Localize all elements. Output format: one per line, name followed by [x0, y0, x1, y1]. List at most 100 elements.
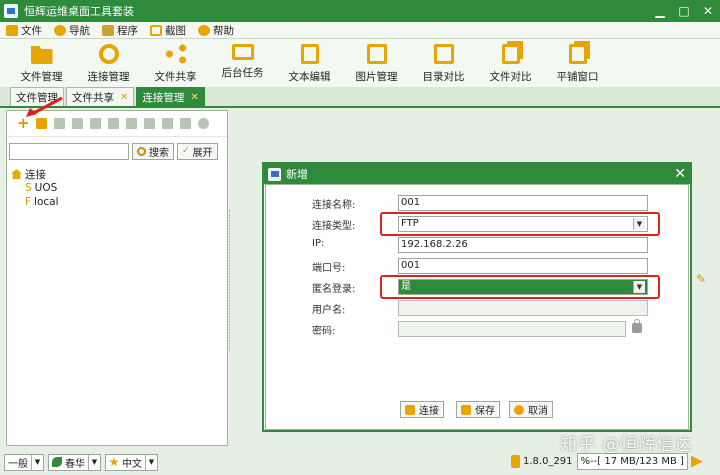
level-select[interactable]: 一般 ▼: [4, 453, 44, 471]
tab-connection-manager[interactable]: 连接管理 ✕: [136, 87, 205, 106]
monitor-icon: [231, 44, 254, 60]
dialog-title-bar: 新增 ✕: [264, 164, 690, 184]
chevron-down-icon[interactable]: ▼: [31, 454, 43, 470]
save-icon: [461, 404, 471, 415]
theme-select[interactable]: 春华 ▼: [48, 453, 101, 471]
tab-close-icon[interactable]: ✕: [120, 92, 128, 103]
leaf-icon: [52, 457, 62, 467]
menu-item-help[interactable]: 帮助: [198, 23, 234, 38]
dialog-close-button[interactable]: ✕: [674, 164, 686, 184]
title-bar: 恒辉运维桌面工具套装 ▁ □ ✕: [0, 0, 720, 22]
ftp-icon: F: [25, 196, 32, 208]
connection-name-input[interactable]: 001: [398, 195, 648, 211]
tile-windows-icon: [568, 44, 587, 64]
connection-tree-panel: + 搜索 ✓ 展开 连接 S UOS Flocal: [6, 110, 228, 446]
watermark: 知乎 @恒辉信达: [560, 435, 693, 455]
export-all-icon[interactable]: [180, 118, 191, 129]
app-icon: [102, 24, 114, 36]
delete-icon[interactable]: [90, 118, 101, 129]
tab-bar: 文件管理 文件共享 ✕ 连接管理 ✕: [0, 87, 720, 108]
highlight-box: [380, 212, 660, 236]
toolbar-folder-compare[interactable]: 目录对比: [410, 39, 477, 87]
toolbar-connection-manager[interactable]: 连接管理: [75, 39, 142, 87]
add-folder-icon[interactable]: [36, 118, 47, 129]
new-connection-dialog: 新增 ✕ 连接名称: 001 连接类型: FTP ▼ IP: 192.168.2.…: [262, 162, 692, 432]
tree-item[interactable]: Flocal: [11, 195, 227, 209]
search-icon: [137, 146, 146, 156]
toolbar-tile-windows[interactable]: 平铺窗口: [544, 39, 611, 87]
chevron-down-icon[interactable]: ▼: [145, 454, 157, 470]
move-down-icon[interactable]: [144, 118, 155, 129]
search-button[interactable]: 搜索: [132, 142, 174, 160]
minimize-button[interactable]: ▁: [648, 0, 672, 22]
tab-close-icon[interactable]: ✕: [190, 92, 198, 103]
language-select[interactable]: 中文 ▼: [105, 453, 158, 471]
field-password: 密码:: [266, 319, 690, 337]
save-button[interactable]: 保存: [456, 401, 500, 418]
star-icon: [109, 457, 119, 467]
dialog-title: 新增: [286, 168, 308, 181]
screenshot-icon: [150, 24, 162, 36]
menu-bar: 文件 导航 程序 截图 帮助: [0, 22, 720, 39]
gc-button[interactable]: [690, 455, 703, 468]
copy-icon[interactable]: [108, 118, 119, 129]
field-ip: IP: 192.168.2.26: [266, 237, 690, 253]
close-button[interactable]: ✕: [696, 0, 720, 22]
window-controls: ▁ □ ✕: [648, 0, 720, 22]
lock-icon[interactable]: [632, 319, 642, 333]
field-port: 端口号: 001: [266, 258, 690, 274]
paste-icon[interactable]: [126, 118, 137, 129]
help-icon: [198, 24, 210, 36]
app-logo-icon: [268, 167, 281, 181]
add-icon[interactable]: +: [17, 116, 30, 131]
edit-icon: [300, 44, 319, 64]
field-username: 用户名:: [266, 300, 690, 316]
toolbar-background-tasks[interactable]: 后台任务: [209, 39, 276, 87]
menu-item-file[interactable]: 文件: [6, 23, 42, 38]
share-icon: [164, 44, 187, 64]
menu-item-program[interactable]: 程序: [102, 23, 138, 38]
toolbar-file-share[interactable]: 文件共享: [142, 39, 209, 87]
maximize-button[interactable]: □: [672, 0, 696, 22]
ip-input[interactable]: 192.168.2.26: [398, 237, 648, 253]
menu-item-screenshot[interactable]: 截图: [150, 23, 186, 38]
connection-tree: 连接 S UOS Flocal: [7, 167, 227, 209]
app-logo-icon: [4, 4, 18, 18]
toolbar-file-manager[interactable]: 文件管理: [8, 39, 75, 87]
cancel-icon: [514, 404, 524, 415]
cancel-button[interactable]: 取消: [509, 401, 553, 418]
connect-icon: [405, 404, 415, 415]
key-icon[interactable]: ✎: [696, 272, 706, 286]
menu-item-nav[interactable]: 导航: [54, 23, 90, 38]
annotation-arrow: [26, 96, 63, 117]
memory-indicator: %--[ 17 MB/123 MB ]: [576, 453, 688, 470]
field-connection-name: 连接名称: 001: [266, 195, 690, 211]
image-icon: [366, 44, 387, 64]
expand-button[interactable]: ✓ 展开: [177, 142, 218, 160]
toolbar-text-editor[interactable]: 文本编辑: [276, 39, 343, 87]
tree-root[interactable]: 连接: [11, 167, 227, 181]
username-input[interactable]: [398, 300, 648, 316]
edit-icon[interactable]: [72, 118, 83, 129]
folder-compare-icon: [433, 44, 454, 64]
dialog-body: 连接名称: 001 连接类型: FTP ▼ IP: 192.168.2.26 端口…: [265, 184, 689, 430]
port-input[interactable]: 001: [398, 258, 648, 274]
search-input[interactable]: [9, 142, 129, 160]
folder-icon: [6, 24, 18, 36]
chevron-down-icon[interactable]: ▼: [88, 454, 100, 470]
connect-button[interactable]: 连接: [400, 401, 444, 418]
highlight-box: [380, 275, 660, 299]
compass-icon: [54, 24, 66, 36]
password-input[interactable]: [398, 321, 626, 337]
window-title: 恒辉运维桌面工具套装: [24, 5, 134, 18]
refresh-icon[interactable]: [198, 118, 209, 129]
toolbar-image-manager[interactable]: 图片管理: [343, 39, 410, 87]
import-icon[interactable]: [54, 118, 65, 129]
tab-file-share[interactable]: 文件共享 ✕: [66, 87, 135, 106]
export-icon[interactable]: [162, 118, 173, 129]
main-toolbar: 文件管理 连接管理 文件共享 后台任务 文本编辑 图片管理 目录对比 文件对比 …: [0, 39, 720, 87]
link-icon: [98, 44, 119, 64]
tree-item[interactable]: S UOS: [11, 181, 227, 195]
home-icon: [11, 169, 22, 179]
toolbar-file-compare[interactable]: 文件对比: [477, 39, 544, 87]
